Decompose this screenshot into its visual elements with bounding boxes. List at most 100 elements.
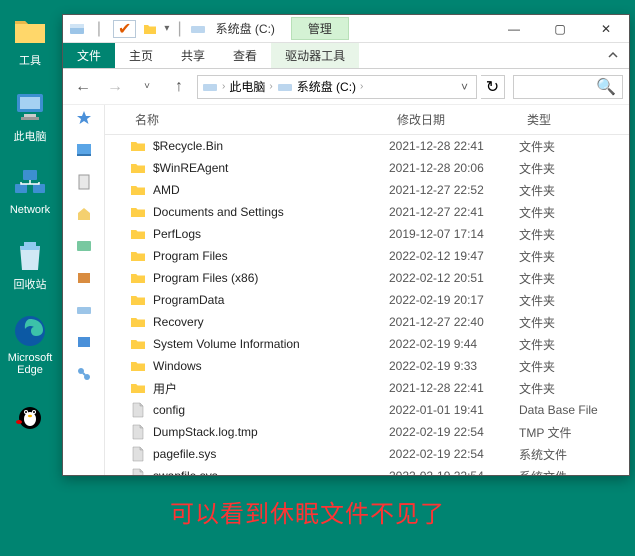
file-row[interactable]: pagefile.sys2022-02-19 22:54系统文件 (105, 443, 629, 465)
search-icon: 🔍 (596, 77, 616, 97)
ribbon-expand[interactable] (597, 43, 629, 68)
nav-item[interactable] (75, 237, 93, 255)
address-dropdown[interactable]: ˅ (457, 80, 472, 94)
edge-icon (13, 314, 47, 348)
maximize-button[interactable]: ▢ (537, 15, 583, 43)
folder-icon (129, 225, 147, 243)
file-row[interactable]: Recovery2021-12-27 22:40文件夹 (105, 311, 629, 333)
chevron-icon[interactable]: › (269, 81, 272, 92)
desktop-label: Network (10, 204, 50, 216)
navigation-pane[interactable] (63, 105, 105, 475)
tab-home[interactable]: 主页 (115, 43, 167, 68)
nav-item[interactable] (75, 333, 93, 351)
nav-item[interactable] (75, 269, 93, 287)
close-button[interactable]: ✕ (583, 15, 629, 43)
forward-button[interactable]: → (101, 73, 129, 101)
folder-icon (13, 14, 47, 48)
titlebar-separator: | (177, 20, 181, 38)
file-row[interactable]: $Recycle.Bin2021-12-28 22:41文件夹 (105, 135, 629, 157)
recycle-icon (13, 238, 47, 272)
file-row[interactable]: Windows2022-02-19 9:33文件夹 (105, 355, 629, 377)
file-row[interactable]: System Volume Information2022-02-19 9:44… (105, 333, 629, 355)
file-row[interactable]: ProgramData2022-02-19 20:17文件夹 (105, 289, 629, 311)
file-date: 2022-02-19 9:33 (389, 359, 519, 373)
file-row[interactable]: PerfLogs2019-12-07 17:14文件夹 (105, 223, 629, 245)
file-name: config (153, 403, 389, 417)
desktop-icon-edge[interactable]: Microsoft Edge (0, 314, 60, 376)
file-row[interactable]: DumpStack.log.tmp2022-02-19 22:54TMP 文件 (105, 421, 629, 443)
file-row[interactable]: Program Files (x86)2022-02-12 20:51文件夹 (105, 267, 629, 289)
crumb-pc[interactable]: 此电脑 (229, 78, 265, 95)
file-row[interactable]: Documents and Settings2021-12-27 22:41文件… (105, 201, 629, 223)
manage-tab[interactable]: 管理 (291, 17, 349, 40)
file-icon (129, 423, 147, 441)
up-button[interactable]: ↑ (165, 73, 193, 101)
search-box[interactable]: 🔍 (513, 75, 623, 99)
desktop-icon-tools[interactable]: 工具 (0, 14, 60, 68)
file-row[interactable]: Program Files2022-02-12 19:47文件夹 (105, 245, 629, 267)
desktop-icon-network[interactable]: Network (0, 166, 60, 216)
folder-icon (129, 247, 147, 265)
desktop-icon-qq[interactable] (0, 398, 60, 436)
tab-share[interactable]: 共享 (167, 43, 219, 68)
desktop-icon-pc[interactable]: 此电脑 (0, 90, 60, 144)
file-date: 2022-02-19 20:17 (389, 293, 519, 307)
folder-small-icon[interactable] (142, 21, 158, 37)
file-name: swapfile.sys (153, 469, 389, 475)
col-date[interactable]: 修改日期 (389, 105, 519, 134)
file-type: 文件夹 (519, 248, 629, 265)
file-date: 2021-12-27 22:52 (389, 183, 519, 197)
navbar: ← → ˅ ↑ › 此电脑 › 系统盘 (C:) › ˅ ↻ 🔍 (63, 69, 629, 105)
quick-access-icon[interactable] (75, 109, 93, 127)
desktop-icon-recycle[interactable]: 回收站 (0, 238, 60, 292)
desktop-label: Microsoft Edge (0, 352, 60, 376)
file-date: 2022-02-19 22:54 (389, 469, 519, 475)
chevron-icon[interactable]: › (360, 81, 363, 92)
folder-icon (129, 313, 147, 331)
minimize-button[interactable]: — (491, 15, 537, 43)
folder-icon (129, 203, 147, 221)
file-name: DumpStack.log.tmp (153, 425, 389, 439)
file-type: 文件夹 (519, 314, 629, 331)
nav-item[interactable] (75, 173, 93, 191)
back-button[interactable]: ← (69, 73, 97, 101)
ribbon: 文件 主页 共享 查看 驱动器工具 (63, 43, 629, 69)
list-header[interactable]: 名称 修改日期 类型 (105, 105, 629, 135)
col-name[interactable]: 名称 (105, 105, 389, 134)
file-row[interactable]: config2022-01-01 19:41Data Base File (105, 399, 629, 421)
nav-item[interactable] (75, 205, 93, 223)
chevron-icon[interactable]: › (222, 81, 225, 92)
file-name: Recovery (153, 315, 389, 329)
annotation-text: 可以看到休眠文件不见了 (170, 494, 445, 529)
tab-file[interactable]: 文件 (63, 43, 115, 68)
desktop-label: 工具 (19, 52, 41, 68)
crumb-drive[interactable]: 系统盘 (C:) (297, 78, 356, 95)
folder-icon (129, 335, 147, 353)
file-date: 2022-02-19 22:54 (389, 447, 519, 461)
qat-overflow[interactable]: ▾ (164, 23, 169, 34)
nav-item[interactable] (75, 141, 93, 159)
tab-view[interactable]: 查看 (219, 43, 271, 68)
drive-crumb-icon (202, 79, 218, 95)
file-row[interactable]: $WinREAgent2021-12-28 20:06文件夹 (105, 157, 629, 179)
file-type: 文件夹 (519, 138, 629, 155)
file-icon (129, 467, 147, 475)
file-list: 名称 修改日期 类型 $Recycle.Bin2021-12-28 22:41文… (105, 105, 629, 475)
file-type: 系统文件 (519, 468, 629, 476)
refresh-button[interactable]: ↻ (481, 75, 505, 99)
nav-item[interactable] (75, 301, 93, 319)
check-icon[interactable]: ✔ (118, 19, 131, 39)
file-date: 2021-12-28 20:06 (389, 161, 519, 175)
file-type: 文件夹 (519, 292, 629, 309)
file-row[interactable]: swapfile.sys2022-02-19 22:54系统文件 (105, 465, 629, 475)
nav-item[interactable] (75, 365, 93, 383)
address-bar[interactable]: › 此电脑 › 系统盘 (C:) › ˅ (197, 75, 477, 99)
divider-icon: | (91, 21, 107, 37)
recent-dropdown[interactable]: ˅ (133, 73, 161, 101)
computer-icon (13, 90, 47, 124)
file-row[interactable]: AMD2021-12-27 22:52文件夹 (105, 179, 629, 201)
file-row[interactable]: 用户2021-12-28 22:41文件夹 (105, 377, 629, 399)
col-type[interactable]: 类型 (519, 105, 629, 134)
tab-drive-tools[interactable]: 驱动器工具 (271, 43, 359, 68)
titlebar[interactable]: | ✔ ▾ | 系统盘 (C:) 管理 — ▢ ✕ (63, 15, 629, 43)
